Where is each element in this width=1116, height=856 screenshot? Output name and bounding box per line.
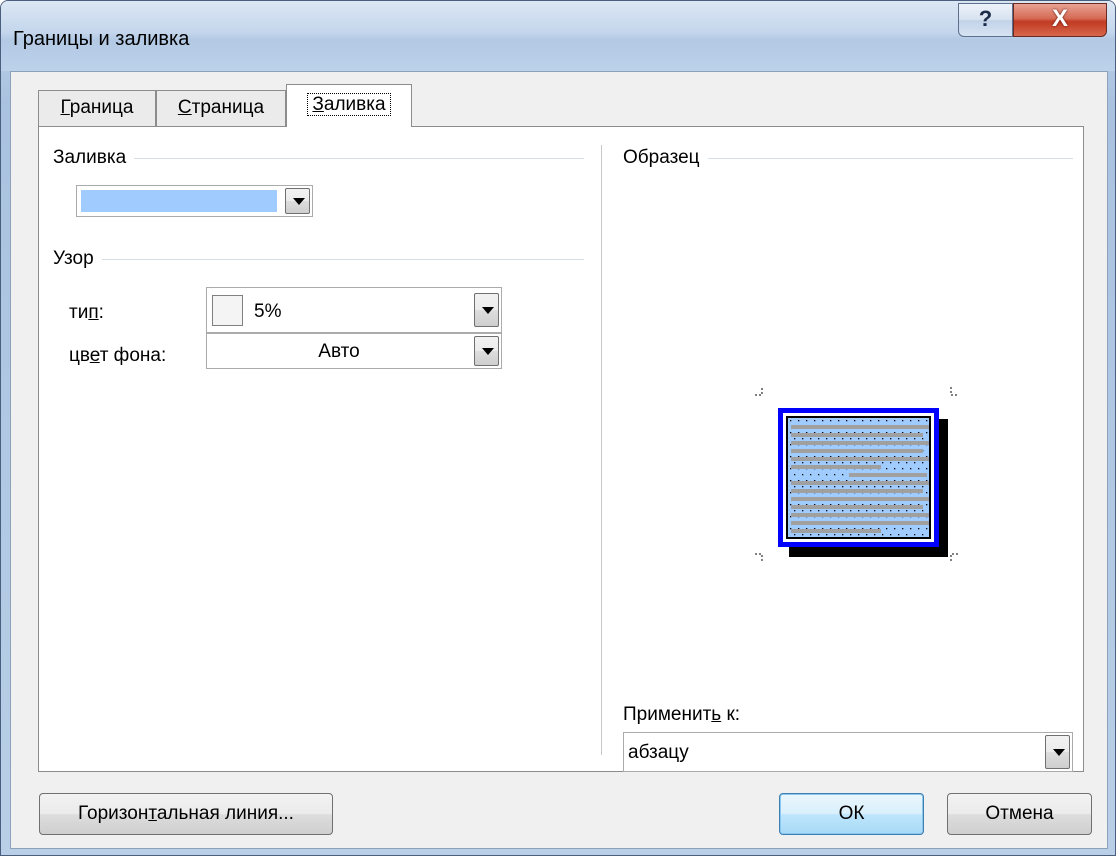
horizontal-line-button[interactable]: Горизонтальная линия... <box>39 793 333 835</box>
pattern-type-value: 5% <box>254 301 282 322</box>
panel-divider <box>601 145 602 755</box>
tab-shading-label: аливка <box>323 94 386 115</box>
pattern-bg-label: цвет фона: <box>69 345 167 366</box>
tab-border-accel: Г <box>60 97 70 118</box>
apply-to-label: Применить к: <box>623 704 741 725</box>
fill-color-dropdown[interactable] <box>76 185 313 217</box>
dialog-window: Границы и заливка ? X Граница Страница З… <box>0 0 1116 856</box>
tab-page-accel: С <box>177 97 192 118</box>
preview-sample <box>755 387 958 563</box>
tab-border[interactable]: Граница <box>38 90 156 126</box>
shading-tab-panel: Заливка Узор тип: 5% цвет фона: Авто Обр… <box>38 126 1084 772</box>
corner-mark-icon <box>950 553 958 563</box>
corner-mark-icon <box>755 387 763 396</box>
cancel-button[interactable]: Отмена <box>947 793 1092 835</box>
pattern-swatch <box>212 295 243 326</box>
fill-color-swatch <box>81 190 277 212</box>
chevron-down-icon[interactable] <box>474 336 499 366</box>
pattern-bg-dropdown[interactable]: Авто <box>206 333 502 369</box>
pattern-group-line <box>59 259 584 260</box>
preview-group-label: Образец <box>623 147 708 169</box>
fill-group-line <box>59 158 584 159</box>
tab-page[interactable]: Страница <box>156 90 286 126</box>
close-button[interactable]: X <box>1013 3 1107 37</box>
fill-group-label: Заливка <box>53 147 135 169</box>
chevron-down-icon[interactable] <box>285 188 310 214</box>
pattern-type-label: тип: <box>69 302 104 323</box>
tab-shading-accel: З <box>312 94 324 115</box>
dialog-client-area: Граница Страница Заливка Заливка Узор ти… <box>10 71 1108 849</box>
help-button[interactable]: ? <box>958 3 1013 37</box>
chevron-down-icon[interactable] <box>1045 735 1070 769</box>
apply-to-value: абзацу <box>628 742 689 763</box>
corner-mark-icon <box>950 387 958 396</box>
pattern-bg-value: Авто <box>318 341 360 362</box>
pattern-group-label: Узор <box>53 248 102 270</box>
chevron-down-icon[interactable] <box>474 293 499 327</box>
corner-mark-icon <box>755 553 763 563</box>
tab-shading[interactable]: Заливка <box>286 84 412 127</box>
pattern-type-dropdown[interactable]: 5% <box>206 287 502 333</box>
ok-button[interactable]: ОК <box>779 793 924 835</box>
tab-page-label: траница <box>191 97 265 118</box>
window-title: Границы и заливка <box>13 28 190 50</box>
apply-to-dropdown[interactable]: абзацу <box>623 732 1073 772</box>
tab-border-label: раница <box>69 97 134 118</box>
title-bar[interactable]: Границы и заливка ? X <box>1 1 1115 71</box>
